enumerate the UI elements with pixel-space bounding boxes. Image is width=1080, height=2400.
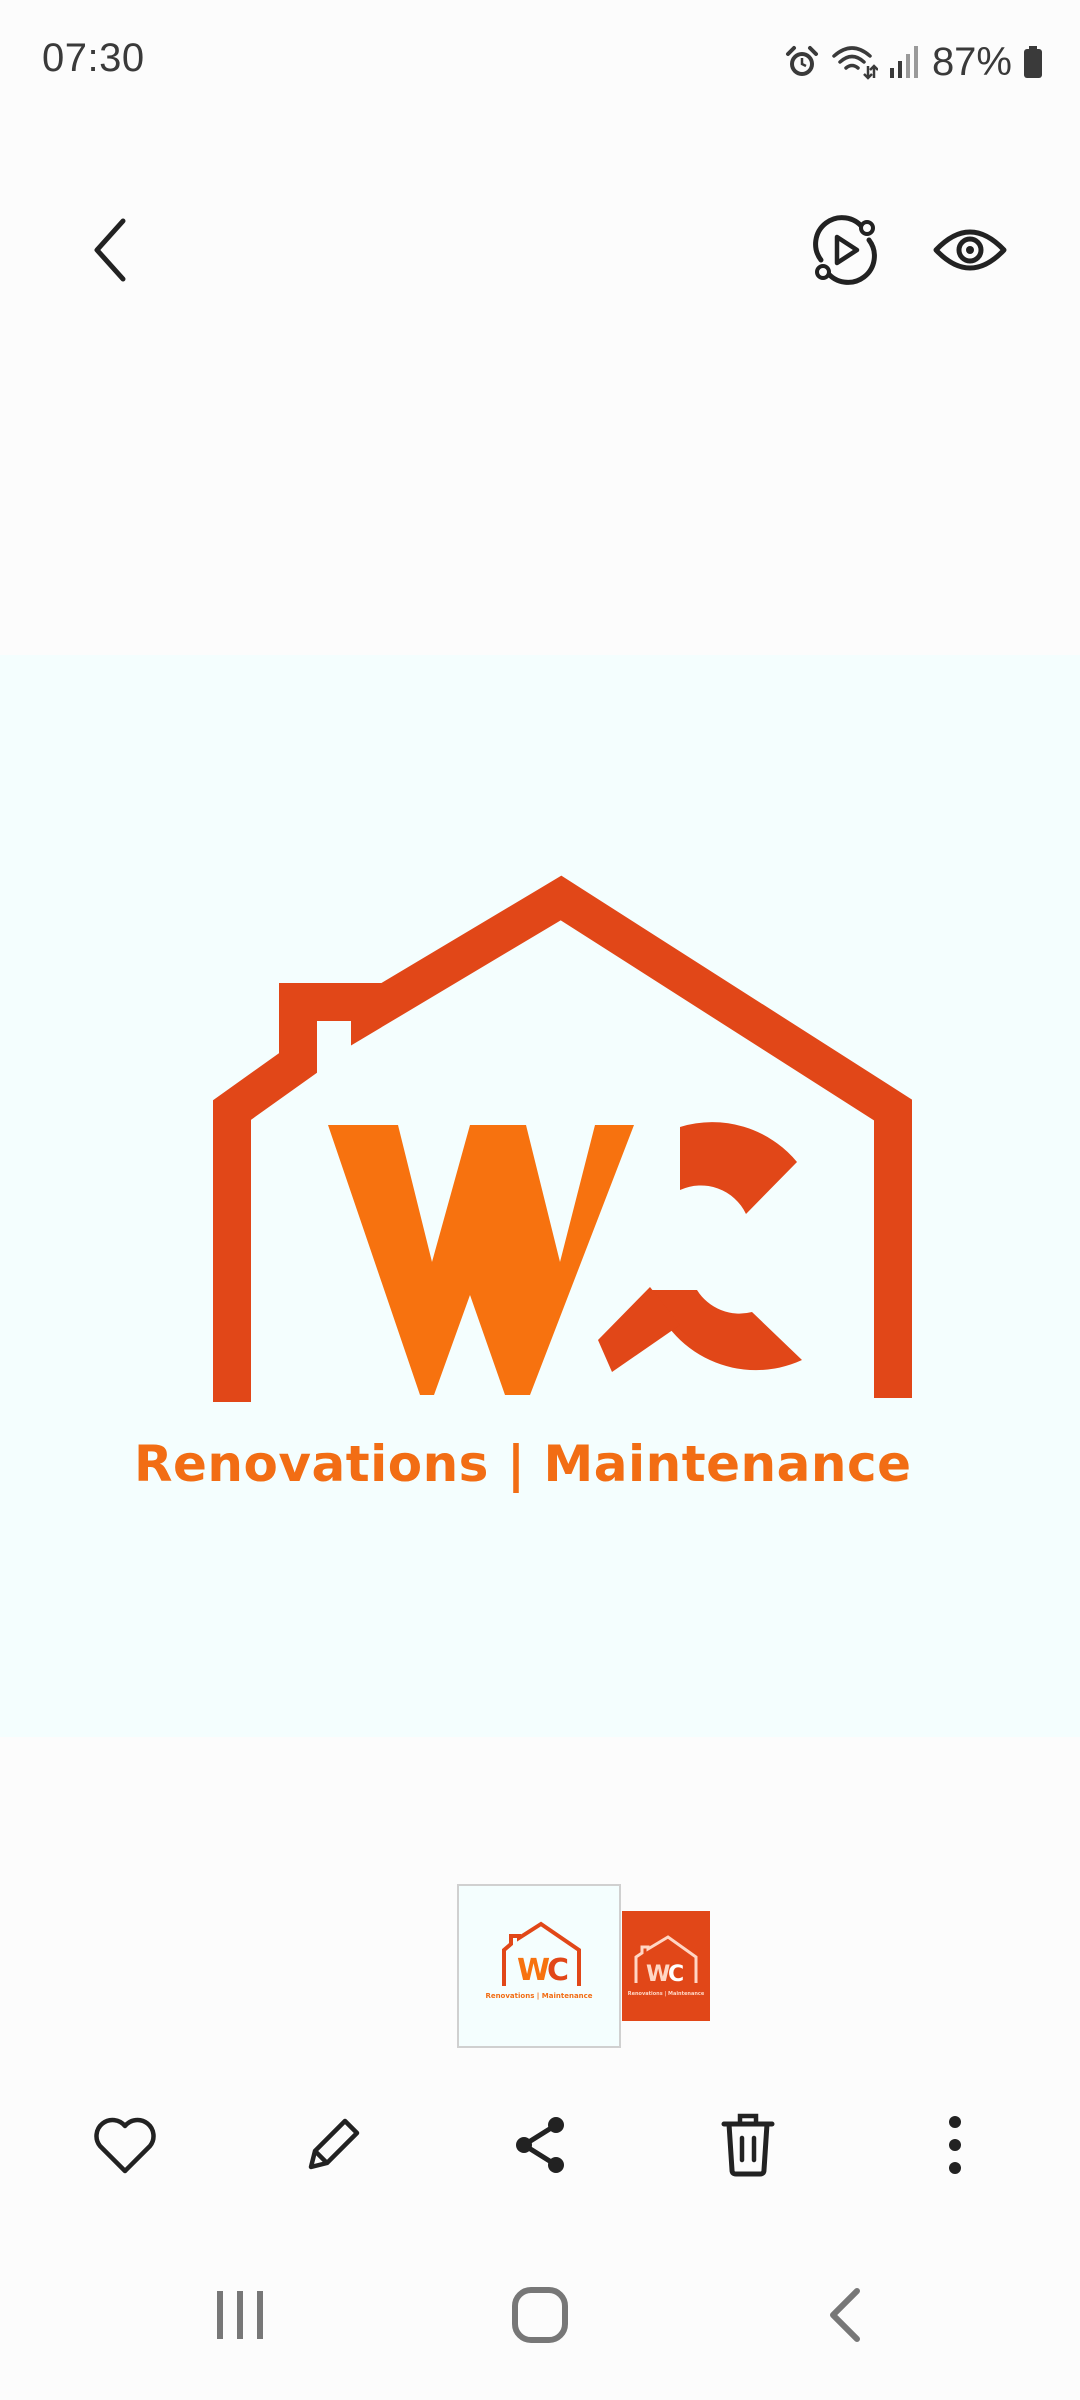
svg-text:W: W [517,1953,550,1988]
recent-apps-button[interactable] [190,2265,290,2365]
home-icon [512,2287,568,2343]
thumbnail-caption: Renovations | Maintenance [627,1991,705,1997]
recent-apps-icon [217,2291,263,2339]
logo-tagline: Renovations | Maintenance [134,1435,912,1493]
heart-icon [94,2117,156,2174]
edit-button[interactable] [288,2095,378,2195]
home-button[interactable] [490,2265,590,2365]
thumbnail-logo-icon: W C [634,1935,698,1987]
edit-pencil-icon [308,2118,360,2170]
delete-button[interactable] [703,2095,793,2195]
share-icon [516,2117,564,2173]
bottom-action-bar [0,2090,1080,2200]
svg-text:C: C [668,1962,684,1987]
gallery-viewer-screen: 07:30 87% Renovations | Maintenance W C … [0,0,1080,2400]
svg-text:W: W [646,1962,670,1987]
more-options-button[interactable] [910,2095,1000,2195]
svg-text:C: C [547,1953,569,1988]
thumbnail-caption: Renovations | Maintenance [485,1992,593,2000]
thumbnail-selected[interactable]: W C Renovations | Maintenance [457,1884,621,2048]
back-icon [830,2288,860,2342]
system-navigation-bar [0,2260,1080,2370]
share-button[interactable] [495,2095,585,2195]
delete-icon [721,2113,775,2177]
company-logo-image [213,875,912,1402]
nav-back-button[interactable] [795,2265,895,2365]
thumbnail-strip: W C Renovations | Maintenance W C Renova… [0,1884,1080,2050]
thumbnail-item[interactable]: W C Renovations | Maintenance [622,1911,710,2021]
more-options-icon [949,2116,961,2174]
thumbnail-logo-icon: W C [502,1921,581,1988]
favorite-button[interactable] [80,2095,170,2195]
